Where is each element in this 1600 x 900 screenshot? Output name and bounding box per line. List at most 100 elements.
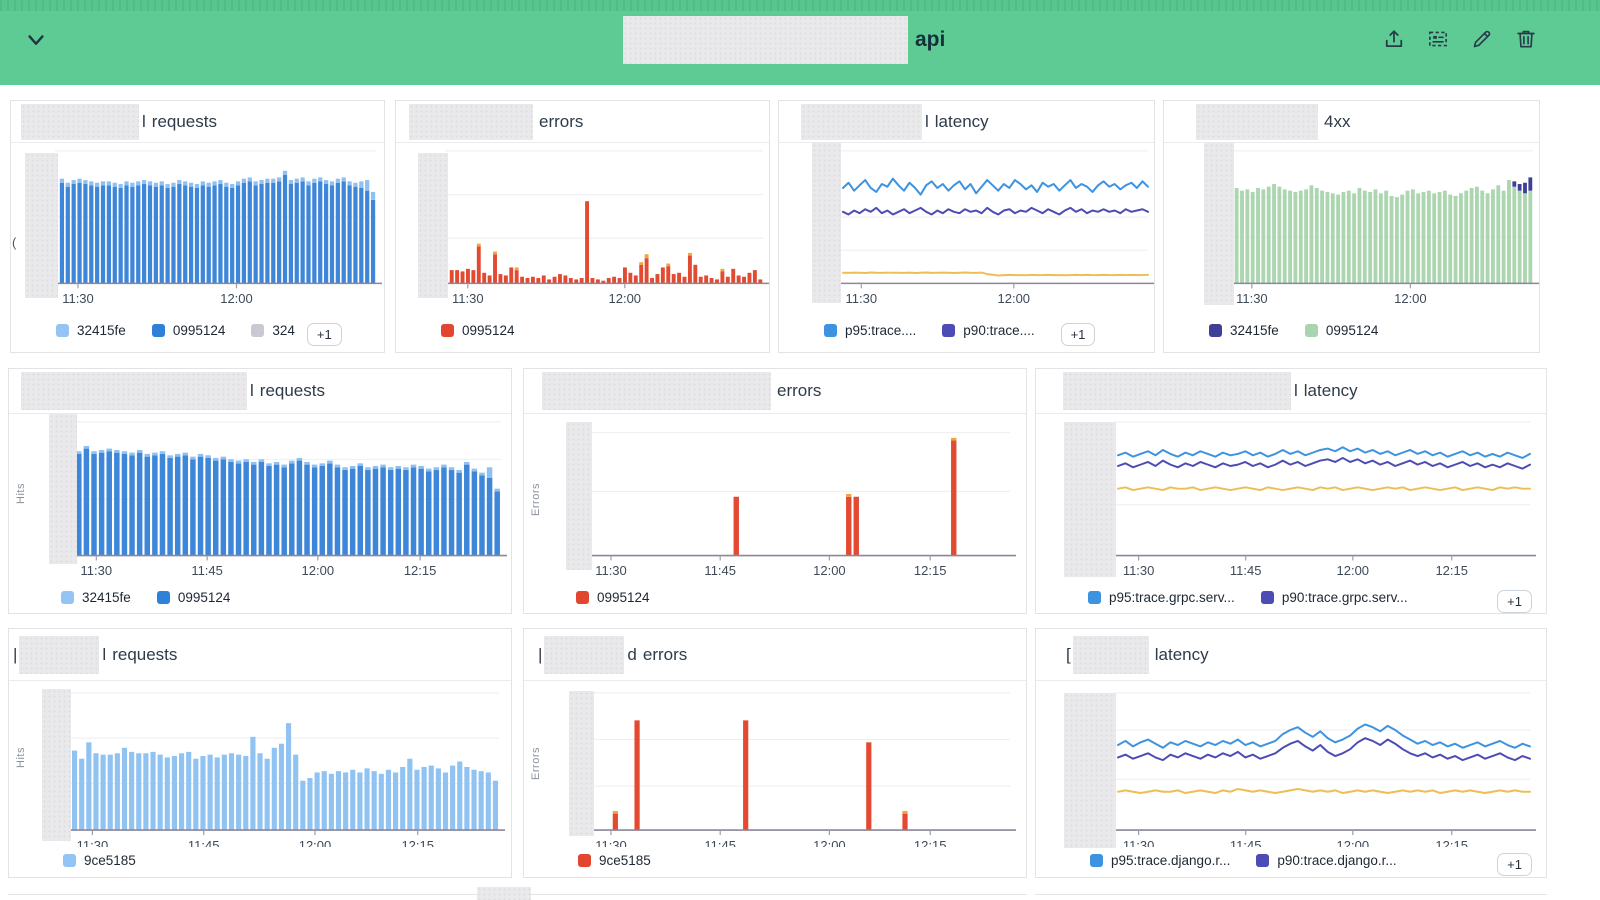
- legend: 0995124: [524, 586, 1026, 613]
- x-tick-label: 11:30: [1123, 563, 1155, 578]
- redaction-box: [544, 636, 624, 674]
- panel-latency[interactable]: l latency 11:3012:00 p95:trace....p90:tr…: [778, 100, 1155, 353]
- x-tick-label: 12:00: [220, 291, 252, 306]
- next-row-border: [1035, 894, 1547, 895]
- panel-django-requests[interactable]: | l requests Hits 11:3011:4512:0012:15 9…: [8, 628, 512, 878]
- legend-item[interactable]: 0995124: [152, 323, 226, 338]
- panel-title-text: 4xx: [1324, 112, 1350, 132]
- panel-title-text: latency: [1304, 381, 1358, 401]
- legend-item[interactable]: 0995124: [576, 590, 650, 605]
- timeseries-chart[interactable]: 11:30 12:00: [11, 143, 384, 316]
- legend-more-button[interactable]: +1: [1061, 323, 1096, 346]
- x-tick-label: 11:30: [81, 563, 113, 578]
- x-tick-label: 12:00: [299, 838, 332, 847]
- legend-label: 0995124: [173, 323, 226, 338]
- clipped-char: |: [538, 645, 542, 665]
- redaction-box: [801, 104, 922, 140]
- legend: 32415fe 0995124 324 +1: [11, 316, 384, 352]
- legend-item[interactable]: 0995124: [1305, 323, 1379, 338]
- legend-item[interactable]: 9ce5185: [578, 853, 651, 868]
- legend-item[interactable]: p95:trace....: [824, 323, 916, 338]
- panel-django-latency[interactable]: [ latency 11:3011:4512:0012:15 p95:trace…: [1035, 628, 1547, 878]
- legend-item[interactable]: 0995124: [441, 323, 515, 338]
- x-tick-label: 11:30: [1236, 291, 1268, 306]
- legend-item[interactable]: 32415fe: [1209, 323, 1279, 338]
- legend-swatch: [56, 324, 69, 337]
- timeseries-chart[interactable]: 11:3012:00: [396, 143, 769, 316]
- trash-icon[interactable]: [1514, 28, 1538, 52]
- dashboard-header: api: [0, 0, 1600, 85]
- x-tick-label: 12:00: [813, 563, 846, 578]
- legend-label: 0995124: [1326, 323, 1379, 338]
- chart-body: Errors 11:3011:4512:0012:15: [524, 681, 1026, 847]
- x-tick-label: 12:15: [401, 838, 434, 847]
- panel-title-text: requests: [112, 645, 177, 665]
- pencil-icon[interactable]: [1470, 28, 1494, 52]
- x-tick-label: 12:15: [914, 838, 947, 847]
- x-tick-label: 11:30: [62, 291, 94, 306]
- x-tick-label: 12:00: [1337, 563, 1370, 578]
- redaction-box: [19, 636, 99, 674]
- panel-grpc-requests[interactable]: l requests Hits 11:3011:4512:0012:15 324…: [8, 368, 512, 614]
- timeseries-chart[interactable]: 11:3011:4512:0012:15: [524, 681, 1026, 847]
- panel-total-requests[interactable]: l requests ( 11:3012:00 32415fe099512432…: [10, 100, 385, 353]
- chart-body: ( 11:3012:00: [11, 143, 384, 316]
- panel-title: | l requests: [9, 629, 511, 681]
- legend-more-button[interactable]: +1: [307, 323, 342, 346]
- timeseries-chart[interactable]: 11:3011:4512:0012:15: [9, 414, 511, 586]
- panel-django-errors[interactable]: | d errors Errors 11:3011:4512:0012:15 9…: [523, 628, 1027, 878]
- panel-errors[interactable]: errors 11:3012:00 0995124: [395, 100, 770, 353]
- y-axis-label: Hits: [15, 747, 27, 768]
- panel-title: 4xx: [1164, 101, 1539, 143]
- legend-item[interactable]: p90:trace.django.r...: [1256, 853, 1396, 868]
- panel-title-text: latency: [1155, 645, 1209, 665]
- x-tick-label: 12:00: [813, 838, 846, 847]
- legend-item[interactable]: p90:trace.grpc.serv...: [1261, 590, 1408, 605]
- timeseries-chart[interactable]: 11:3011:4512:0012:15: [9, 681, 511, 847]
- legend-label: p90:trace.django.r...: [1277, 853, 1396, 868]
- board-icon[interactable]: [1426, 28, 1450, 52]
- legend-more-button[interactable]: +1: [1497, 853, 1532, 876]
- legend-label: 9ce5185: [84, 853, 136, 868]
- redaction-box: [542, 372, 771, 410]
- upload-icon[interactable]: [1382, 28, 1406, 52]
- clipped-char: l: [250, 381, 254, 401]
- legend-item[interactable]: p95:trace.grpc.serv...: [1088, 590, 1235, 605]
- legend-item[interactable]: 324: [251, 323, 295, 338]
- legend-item[interactable]: p90:trace....: [942, 323, 1034, 338]
- panel-title-text: latency: [935, 112, 989, 132]
- x-tick-label: 12:00: [1337, 838, 1370, 847]
- legend-swatch: [251, 324, 264, 337]
- panel-grpc-latency[interactable]: l latency 11:3011:4512:0012:15 p95:trace…: [1035, 368, 1547, 614]
- legend-item[interactable]: 0995124: [157, 590, 231, 605]
- legend-item[interactable]: 32415fe: [56, 323, 126, 338]
- y-axis-label: Hits: [15, 483, 27, 504]
- legend-swatch: [1209, 324, 1222, 337]
- legend-label: 0995124: [597, 590, 650, 605]
- y-axis-label: Errors: [530, 483, 542, 516]
- panel-4xx[interactable]: 4xx 11:3012:00 32415fe0995124: [1163, 100, 1540, 353]
- panel-title: [ latency: [1036, 629, 1546, 681]
- dashboard-title-text: api: [915, 28, 945, 52]
- header-texture-strip: [0, 0, 1600, 11]
- panel-grpc-errors[interactable]: errors Errors 11:3011:4512:0012:15 09951…: [523, 368, 1027, 614]
- legend-item[interactable]: 32415fe: [61, 590, 131, 605]
- legend-swatch: [441, 324, 454, 337]
- legend-item[interactable]: p95:trace.django.r...: [1090, 853, 1230, 868]
- legend-more-button[interactable]: +1: [1497, 590, 1532, 613]
- panel-title: errors: [524, 369, 1026, 414]
- legend-label: 0995124: [178, 590, 231, 605]
- legend: p95:trace.... p90:trace.... +1: [779, 316, 1154, 352]
- x-tick-label: 11:45: [704, 838, 736, 847]
- chevron-down-icon[interactable]: [20, 28, 52, 56]
- legend-swatch: [157, 591, 170, 604]
- timeseries-chart[interactable]: 11:3011:4512:0012:15: [524, 414, 1026, 586]
- x-tick-label: 11:30: [595, 563, 627, 578]
- redaction-box: [1063, 372, 1291, 410]
- legend-item[interactable]: 9ce5185: [63, 853, 136, 868]
- x-tick-label: 12:00: [998, 291, 1030, 306]
- x-tick-label: 11:45: [188, 838, 220, 847]
- clipped-char: l: [142, 112, 146, 132]
- legend: 32415fe 0995124: [9, 586, 511, 613]
- chart-body: Errors 11:3011:4512:0012:15: [524, 414, 1026, 586]
